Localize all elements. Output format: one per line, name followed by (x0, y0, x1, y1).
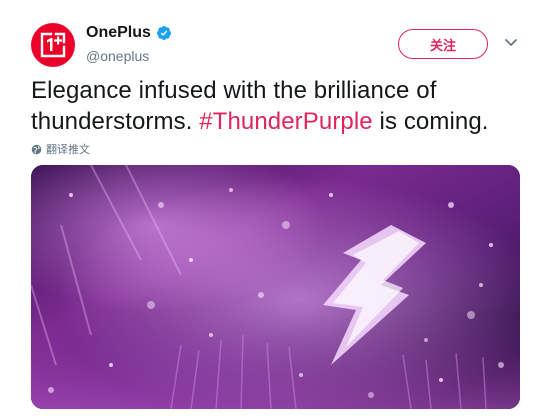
thunder-purple-image (31, 165, 520, 409)
globe-icon (31, 144, 42, 154)
follow-button[interactable]: 关注 (398, 29, 488, 59)
author-name-row: OnePlus (86, 24, 172, 42)
author-name[interactable]: OnePlus (86, 24, 151, 42)
translate-label: 翻译推文 (46, 143, 90, 156)
tweet-media-image[interactable] (31, 165, 520, 409)
chevron-down-icon[interactable] (504, 38, 518, 48)
translate-tweet-link[interactable]: 翻译推文 (31, 141, 90, 157)
tweet-text-tail: is coming. (372, 108, 489, 135)
verified-badge-icon (156, 26, 171, 40)
hashtag-link[interactable]: #ThunderPurple (199, 108, 373, 135)
avatar[interactable] (31, 23, 75, 67)
oneplus-logo-icon (40, 32, 66, 58)
author-handle[interactable]: @oneplus (86, 48, 149, 64)
tweet-text: Elegance infused with the brilliance of … (31, 75, 536, 137)
